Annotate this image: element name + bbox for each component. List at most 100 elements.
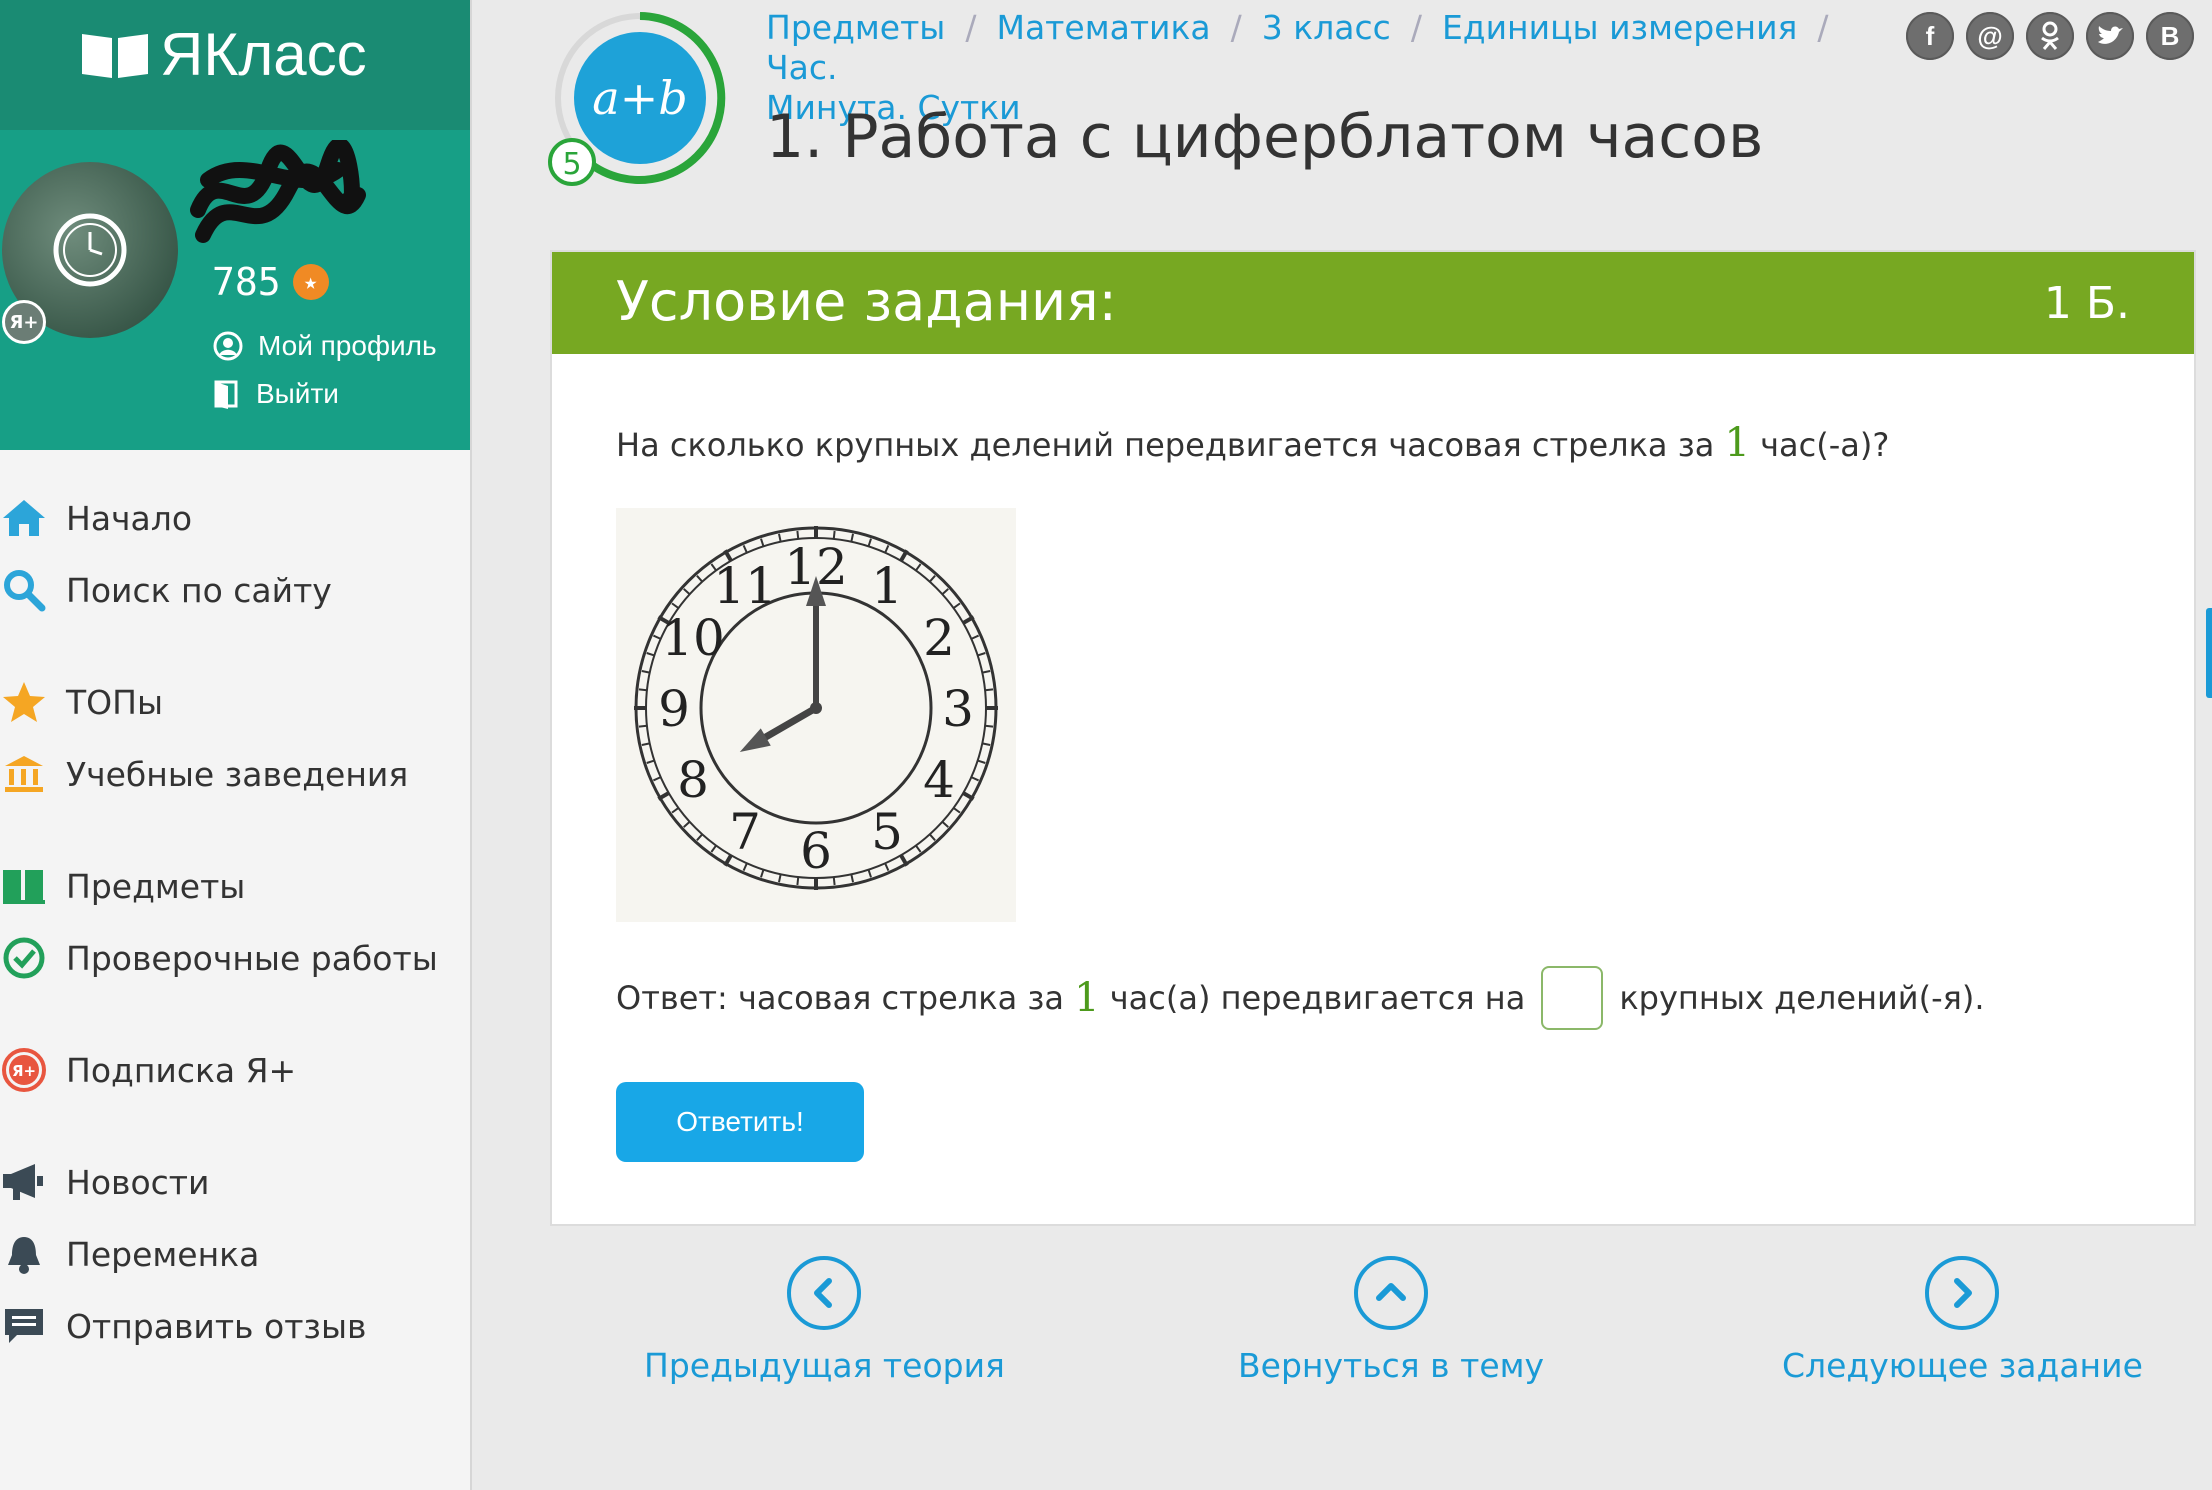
twitter-icon[interactable] xyxy=(2086,12,2134,60)
back-to-topic-link[interactable]: Вернуться в тему xyxy=(1238,1256,1544,1385)
breadcrumb-item[interactable]: Единицы измерения xyxy=(1442,8,1797,47)
answer-line: Ответ: часовая стрелка за 1 час(а) перед… xyxy=(616,966,1985,1030)
clock-tick xyxy=(760,538,765,547)
clock-numeral: 2 xyxy=(923,609,955,667)
clock-numeral: 5 xyxy=(871,803,903,861)
sidebar-item-label: ТОПы xyxy=(66,682,164,722)
clock-tick xyxy=(884,544,890,554)
logo-text: ЯКласс xyxy=(160,21,367,88)
question-part: час(-а)? xyxy=(1749,426,1890,464)
clock-tick xyxy=(867,869,872,878)
clock-tick xyxy=(683,588,691,595)
chevron-right-icon xyxy=(1925,1256,2000,1330)
sidebar: ЯКласс Я+ 785 ★ Мой профиль Выйти Начало… xyxy=(0,0,472,1490)
clock-tick xyxy=(941,821,949,828)
clock-tick xyxy=(742,862,748,872)
sidebar-item-label: Подписка Я+ xyxy=(66,1050,297,1090)
door-icon xyxy=(214,380,238,409)
previous-theory-link[interactable]: Предыдущая теория xyxy=(644,1256,1005,1385)
school-icon xyxy=(0,750,48,798)
check-circle-icon xyxy=(0,934,48,982)
clock-tick xyxy=(884,862,890,872)
logout-link[interactable]: Выйти xyxy=(212,378,339,410)
sidebar-item-news[interactable]: Новости xyxy=(0,1154,460,1210)
clock-tick xyxy=(638,724,648,728)
clock-tick xyxy=(977,759,986,764)
clock-tick xyxy=(778,533,782,542)
scroll-tab[interactable] xyxy=(2206,608,2212,698)
sidebar-item-feedback[interactable]: Отправить отзыв xyxy=(0,1298,460,1354)
my-profile-link[interactable]: Мой профиль xyxy=(212,330,437,362)
books-icon xyxy=(0,862,48,910)
star-icon xyxy=(0,678,48,726)
breadcrumb-item[interactable]: Предметы xyxy=(766,8,945,47)
previous-theory-label: Предыдущая теория xyxy=(644,1346,1005,1385)
task-header: Условие задания: 1 Б. xyxy=(552,252,2194,354)
clock-numeral: 8 xyxy=(677,751,709,809)
breadcrumb-item[interactable]: Математика xyxy=(996,8,1210,47)
topic-level: 5 xyxy=(562,147,581,182)
clock-face: 12 1234567891011 xyxy=(634,526,998,890)
logo-bar: ЯКласс xyxy=(0,0,470,130)
task-header-title: Условие задания: xyxy=(616,270,1117,333)
facebook-icon[interactable]: f xyxy=(1906,12,1954,60)
sidebar-item-tops[interactable]: ТОПы xyxy=(0,674,460,730)
submit-button[interactable]: Ответить! xyxy=(616,1082,864,1162)
clock-tick xyxy=(929,575,936,583)
next-task-label: Следующее задание xyxy=(1782,1346,2143,1385)
logo[interactable]: ЯКласс xyxy=(80,20,367,89)
clock-tick xyxy=(915,563,922,572)
mail-ru-icon[interactable]: @ xyxy=(1966,12,2014,60)
clock-image: 12 1 2 3 4 5 6 7 8 9 10 11 xyxy=(616,508,1016,922)
logout-label: Выйти xyxy=(256,378,339,409)
breadcrumb-separator: / xyxy=(1817,8,1829,47)
sidebar-item-label: Проверочные работы xyxy=(66,938,438,978)
sidebar-item-subjects[interactable]: Предметы xyxy=(0,858,460,914)
clock-tick xyxy=(710,844,717,853)
clock-numeral: 3 xyxy=(942,680,974,738)
clock-tick xyxy=(867,538,872,547)
clock-tick xyxy=(796,876,800,886)
clock-numeral: 11 xyxy=(713,557,777,615)
sidebar-item-tests[interactable]: Проверочные работы xyxy=(0,930,460,986)
clock-tick xyxy=(832,876,836,886)
clock-tick xyxy=(646,652,655,657)
breadcrumb-item[interactable]: 3 класс xyxy=(1262,8,1391,47)
question-text: На сколько крупных делений передвигается… xyxy=(616,420,1889,466)
clock-tick xyxy=(941,588,949,595)
feedback-icon xyxy=(0,1302,48,1350)
clock-tick xyxy=(638,688,648,692)
yaplus-icon: Я+ xyxy=(0,1046,48,1094)
my-profile-label: Мой профиль xyxy=(258,330,437,361)
answer-part: крупных делений(-я). xyxy=(1619,979,1985,1017)
sidebar-item-subscription[interactable]: Я+ Подписка Я+ xyxy=(0,1042,460,1098)
book-logo-icon xyxy=(82,33,148,78)
topic-badge: a+b 5 xyxy=(548,10,730,196)
clock-tick xyxy=(652,776,662,782)
answer-number: 1 xyxy=(1074,975,1100,1021)
search-icon xyxy=(0,566,48,614)
sidebar-item-break[interactable]: Переменка xyxy=(0,1226,460,1282)
question-part: На сколько крупных делений передвигается… xyxy=(616,426,1725,464)
sidebar-item-schools[interactable]: Учебные заведения xyxy=(0,746,460,802)
sidebar-item-search[interactable]: Поиск по сайту xyxy=(0,562,460,618)
sidebar-item-label: Переменка xyxy=(66,1234,260,1274)
chevron-up-icon xyxy=(1354,1256,1429,1330)
vkontakte-icon[interactable]: В xyxy=(2146,12,2194,60)
question-number: 1 xyxy=(1724,420,1750,466)
clock-numeral: 10 xyxy=(661,609,725,667)
task-points: 1 Б. xyxy=(2043,278,2130,329)
clock-tick xyxy=(760,869,765,878)
score: 785 ★ xyxy=(212,260,329,304)
next-task-link[interactable]: Следующее задание xyxy=(1782,1256,2143,1385)
answer-input[interactable] xyxy=(1541,966,1604,1030)
breadcrumb-item-part: Час. xyxy=(766,48,838,87)
clock-tick xyxy=(646,759,655,764)
sidebar-item-home[interactable]: Начало xyxy=(0,490,460,546)
chevron-left-icon xyxy=(787,1256,862,1330)
odnoklassniki-icon[interactable] xyxy=(2026,12,2074,60)
sidebar-item-label: Отправить отзыв xyxy=(66,1306,367,1346)
clock-tick xyxy=(915,844,922,853)
share-buttons: f @ В xyxy=(1906,12,2206,60)
clock-tick xyxy=(742,544,748,554)
